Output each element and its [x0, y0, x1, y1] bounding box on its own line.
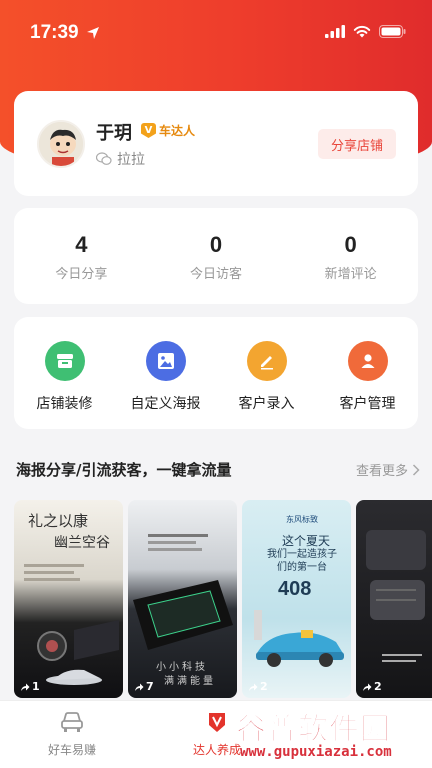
avatar[interactable] — [37, 120, 85, 168]
tool-customer-entry[interactable]: 客户录入 — [216, 317, 317, 429]
profile-card: 于玥 V 车达人 拉拉 分享店铺 — [14, 91, 418, 196]
wechat-icon — [96, 152, 112, 165]
poster-big-number: 408 — [278, 578, 312, 600]
tool-customer-management[interactable]: 客户管理 — [317, 317, 418, 429]
car-icon — [61, 712, 83, 732]
location-arrow-icon — [87, 27, 99, 39]
user-icon — [347, 341, 388, 381]
stat-label: 新增评论 — [324, 267, 377, 282]
store-icon — [44, 341, 85, 381]
share-store-button[interactable]: 分享店铺 — [318, 129, 396, 159]
poster-subline: 幽兰空谷 — [54, 535, 110, 551]
status-time: 17:39 — [30, 22, 79, 43]
chevron-right-icon — [412, 463, 420, 476]
poster-card[interactable]: 东风标致 这个夏天 我们一起造孩子们的第一台 408 2 — [242, 500, 351, 698]
share-count-value: 2 — [260, 680, 268, 693]
share-count: 1 — [20, 680, 40, 693]
tool-label: 客户管理 — [339, 396, 396, 412]
status-icons — [325, 25, 406, 38]
car-seat-illustration — [366, 530, 426, 620]
poster-headline: 这个夏天 — [282, 534, 331, 548]
stat-visitors-today[interactable]: 0 今日访客 — [149, 208, 284, 304]
see-more-link[interactable]: 查看更多 — [356, 460, 420, 479]
poster-headline: 礼之以康 — [28, 512, 89, 530]
poster-section-header: 海报分享/引流获客，一键拿流量 查看更多 — [16, 459, 420, 480]
watermark-title: 谷普软件园 — [236, 712, 391, 748]
poster-text-lines — [382, 650, 422, 666]
image-icon — [145, 341, 186, 381]
poster-card[interactable]: 小小科技 满满能量 7 — [128, 500, 237, 698]
poster-text-lines — [148, 530, 208, 555]
share-count-value: 2 — [374, 680, 382, 693]
poster-headline: 小小科技 — [156, 662, 208, 673]
edit-icon — [246, 341, 287, 381]
car-illustration — [254, 610, 344, 667]
share-count-value: 1 — [32, 680, 40, 693]
poster-card[interactable]: 礼之以康 幽兰空谷 1 — [14, 500, 123, 698]
stat-value: 0 — [209, 232, 223, 257]
share-arrow-icon — [249, 683, 258, 691]
watermark: 谷普软件园 www.gupuxiazai.com — [232, 700, 432, 768]
tools-card: 店铺装修 自定义海报 客户录入 客户管理 — [14, 317, 418, 429]
v-shield-icon — [209, 713, 225, 732]
tool-custom-poster[interactable]: 自定义海报 — [115, 317, 216, 429]
stat-value: 0 — [344, 232, 357, 257]
stat-label: 今日分享 — [55, 267, 108, 282]
tool-label: 自定义海报 — [130, 396, 201, 412]
share-arrow-icon — [135, 683, 144, 691]
stats-card: 4 今日分享 0 今日访客 0 新增评论 — [14, 208, 418, 304]
share-count: 7 — [134, 680, 154, 693]
tab-label: 好车易赚 — [47, 743, 96, 757]
stat-shares-today[interactable]: 4 今日分享 — [14, 208, 149, 304]
section-title: 海报分享/引流获客，一键拿流量 — [16, 461, 232, 479]
share-count: 2 — [362, 680, 382, 693]
share-count: 2 — [248, 680, 268, 693]
share-arrow-icon — [363, 683, 372, 691]
share-count-value: 7 — [146, 680, 154, 693]
stat-value: 4 — [75, 232, 88, 257]
tool-label: 客户录入 — [238, 396, 295, 412]
poster-brand: 东风标致 — [286, 515, 318, 524]
battery-icon — [379, 25, 406, 38]
wechat-name: 拉拉 — [117, 152, 145, 168]
see-more-label: 查看更多 — [355, 464, 408, 479]
wireless-charger-illustration — [133, 580, 233, 650]
avatar-image — [39, 122, 83, 166]
poster-carousel[interactable]: 礼之以康 幽兰空谷 1 小小科技 满满能量 7 东风标致 这个夏天 我们一起造孩… — [14, 500, 432, 700]
watermark-url: www.gupuxiazai.com — [240, 744, 392, 760]
poster-text-lines — [24, 560, 94, 585]
tool-label: 店铺装修 — [36, 396, 93, 412]
tab-good-car-earn[interactable]: 好车易赚 — [27, 711, 117, 758]
tool-store-decoration[interactable]: 店铺装修 — [14, 317, 115, 429]
poster-subline: 我们一起造孩子们的第一台 — [267, 549, 337, 573]
poster-card[interactable]: 2 — [356, 500, 432, 698]
stat-new-comments[interactable]: 0 新增评论 — [283, 208, 418, 304]
expert-badge: V 车达人 — [141, 122, 195, 139]
poster-subline: 满满能量 — [164, 676, 216, 687]
user-name: 于玥 — [96, 123, 132, 144]
signal-icon — [325, 25, 345, 38]
stat-label: 今日访客 — [190, 267, 243, 282]
badge-label: 车达人 — [159, 124, 196, 138]
v-badge-icon: V — [141, 123, 156, 138]
wifi-icon — [353, 25, 371, 38]
status-bar: 17:39 — [0, 0, 432, 60]
wechat-row: 拉拉 — [96, 149, 145, 169]
share-arrow-icon — [21, 683, 30, 691]
